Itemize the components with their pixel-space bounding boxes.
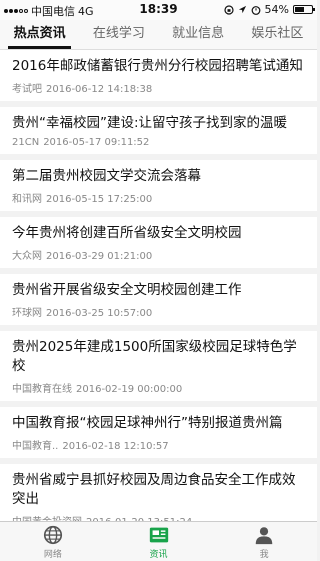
news-title: 中国教育报“校园足球神州行”特别报道贵州篇 — [12, 415, 283, 431]
news-date: 2016-05-15 17:25:00 — [46, 194, 153, 205]
top-tab-bar: 热点资讯 在线学习 就业信息 娱乐社区 — [0, 20, 317, 50]
nav-item-2[interactable]: 我 — [211, 522, 317, 561]
alarm-icon — [251, 5, 260, 15]
lock-rotation-icon — [223, 4, 234, 15]
globe-icon — [43, 525, 62, 544]
news-meta: 环球网 2016-03-25 10:57:00 — [12, 304, 305, 319]
news-item[interactable]: 贵州省开展省级安全文明校园创建工作环球网 2016-03-25 10:57:00 — [0, 274, 317, 325]
news-item[interactable]: 贵州2025年建成1500所国家级校园足球特色学校中国教育在线 2016-02-1… — [0, 331, 317, 401]
status-bar: 中国电信 4G 18:39 54% — [0, 0, 317, 20]
nav-label: 我 — [259, 549, 269, 560]
tab-3[interactable]: 娱乐社区 — [238, 20, 317, 49]
news-source: 21CN — [12, 137, 40, 148]
news-item[interactable]: 中国教育报“校园足球神州行”特别报道贵州篇中国教育.. 2016-02-18 12… — [0, 407, 317, 458]
news-title: 今年贵州将创建百所省级安全文明校园 — [12, 225, 242, 241]
news-source: 中国教育.. — [12, 441, 59, 452]
nav-item-1[interactable]: 资讯 — [106, 522, 212, 561]
news-source: 和讯网 — [12, 194, 42, 205]
news-item[interactable]: 第二届贵州校园文学交流会落幕和讯网 2016-05-15 17:25:00 — [0, 160, 317, 211]
nav-label: 网络 — [43, 549, 62, 560]
news-item[interactable]: 贵州“幸福校园”建设:让留守孩子找到家的温暖 21CN 2016-05-17 09:… — [0, 107, 317, 154]
news-source: 环球网 — [12, 308, 42, 319]
news-title: 2016年邮政储蓄银行贵州分行校园招聘笔试通知 — [12, 58, 303, 74]
news-date: 2016-05-17 09:11:52 — [43, 137, 150, 148]
news-meta: 21CN 2016-05-17 09:11:52 — [12, 137, 305, 148]
news-source: 考试吧 — [12, 84, 42, 95]
location-icon — [238, 5, 246, 14]
news-date: 2016-03-25 10:57:00 — [46, 308, 153, 319]
news-title: 贵州省威宁县抓好校园及周边食品安全工作成效突出 — [12, 472, 296, 507]
news-item[interactable]: 2016年邮政储蓄银行贵州分行校园招聘笔试通知考试吧 2016-06-12 14:… — [0, 50, 317, 101]
news-meta: 考试吧 2016-06-12 14:18:38 — [12, 80, 305, 95]
news-title: 贵州“幸福校园”建设:让留守孩子找到家的温暖 — [12, 115, 288, 131]
news-title: 贵州省开展省级安全文明校园创建工作 — [12, 282, 242, 298]
news-date: 2016-02-18 12:10:57 — [62, 441, 169, 452]
person-icon — [255, 526, 273, 544]
news-meta: 和讯网 2016-05-15 17:25:00 — [12, 190, 305, 205]
nav-label: 资讯 — [149, 549, 168, 560]
news-source: 中国教育在线 — [12, 384, 72, 395]
news-meta: 中国教育在线 2016-02-19 00:00:00 — [12, 380, 305, 395]
nav-item-0[interactable]: 网络 — [0, 522, 106, 561]
news-list[interactable]: 2016年邮政储蓄银行贵州分行校园招聘笔试通知考试吧 2016-06-12 14:… — [0, 50, 317, 521]
tab-0[interactable]: 热点资讯 — [0, 20, 79, 49]
battery-percent: 54% — [264, 3, 289, 16]
news-date: 2016-02-19 00:00:00 — [76, 384, 183, 395]
news-source: 大众网 — [12, 251, 42, 262]
tab-1[interactable]: 在线学习 — [79, 20, 158, 49]
tab-2[interactable]: 就业信息 — [159, 20, 238, 49]
news-title: 贵州2025年建成1500所国家级校园足球特色学校 — [12, 339, 297, 374]
news-icon — [149, 527, 168, 542]
status-right: 54% — [223, 3, 315, 16]
news-item[interactable]: 贵州省威宁县抓好校园及周边食品安全工作成效突出中国黄金投资网2016-01-20… — [0, 464, 317, 521]
news-date: 2016-06-12 14:18:38 — [46, 84, 153, 95]
news-meta: 中国黄金投资网2016-01-20 13:51:24 — [12, 513, 305, 521]
news-item[interactable]: 今年贵州将创建百所省级安全文明校园大众网 2016-03-29 01:21:00 — [0, 217, 317, 268]
news-meta: 中国教育.. 2016-02-18 12:10:57 — [12, 437, 305, 452]
news-meta: 大众网 2016-03-29 01:21:00 — [12, 247, 305, 262]
battery-icon — [293, 5, 315, 14]
news-date: 2016-03-29 01:21:00 — [46, 251, 153, 262]
news-title: 第二届贵州校园文学交流会落幕 — [12, 168, 201, 184]
bottom-nav: 网络 资讯 我 — [0, 521, 317, 561]
